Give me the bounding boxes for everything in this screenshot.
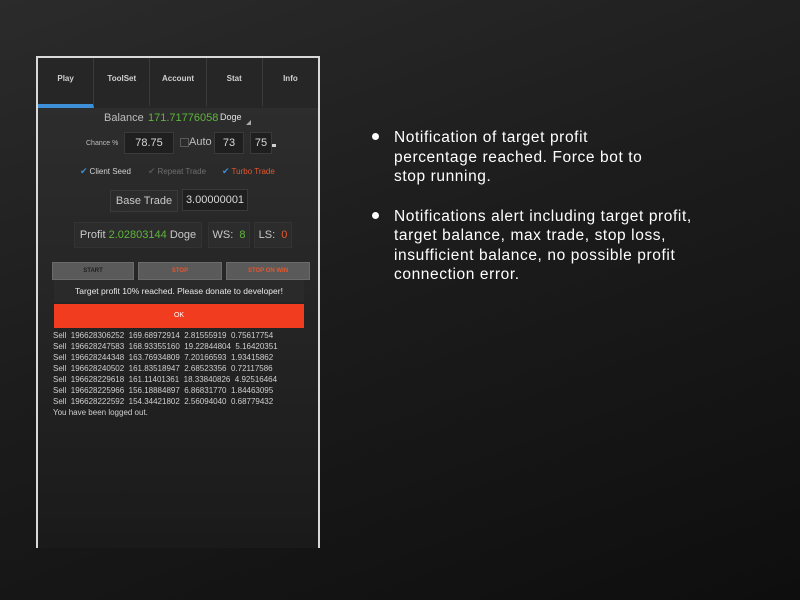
- tab-account[interactable]: Account: [150, 58, 207, 108]
- dropdown-corner-icon: [246, 120, 251, 125]
- dialog-message: Target profit 10% reached. Please donate…: [54, 280, 304, 302]
- tab-play[interactable]: Play: [38, 58, 95, 108]
- turbo-trade-label: Turbo Trade: [231, 167, 275, 176]
- trade-log: Sell 196628306252 169.68972914 2.8155591…: [53, 330, 313, 418]
- ws-value: 8: [239, 229, 246, 241]
- auto-checkbox[interactable]: [180, 138, 189, 147]
- log-line: Sell 196628244348 163.76934809 7.2016659…: [53, 353, 274, 362]
- note-text: Notification of target profit percentage…: [394, 129, 643, 185]
- balance-label: Balance: [104, 112, 144, 124]
- loss-streak: LS: 0: [254, 222, 292, 248]
- note-item: Notification of target profit percentage…: [370, 128, 780, 187]
- win-streak: WS: 8: [208, 222, 250, 248]
- auto-max-input[interactable]: 75: [250, 132, 272, 154]
- coin-select[interactable]: Doge: [220, 112, 242, 122]
- repeat-trade-label: Repeat Trade: [157, 167, 207, 176]
- base-trade-input[interactable]: 3.00000001: [182, 189, 248, 211]
- client-seed-label: Client Seed: [89, 167, 131, 176]
- app-screen: Play ToolSet Account Stat Info Balance 1…: [38, 58, 318, 548]
- log-line: Sell 196628247583 168.93355160 19.228448…: [53, 342, 278, 351]
- log-line: Sell 196628306252 169.68972914 2.8155591…: [53, 331, 274, 340]
- turbo-trade-checkbox[interactable]: ✔ Turbo Trade: [222, 164, 275, 178]
- ls-value: 0: [281, 229, 288, 241]
- bullet-icon: [372, 211, 379, 219]
- log-line: Sell 196628240502 161.83518947 2.6852335…: [53, 364, 273, 373]
- tab-info[interactable]: Info: [263, 58, 318, 108]
- balance-value: 171.71776058: [148, 112, 219, 124]
- note-text: Notifications alert including target pro…: [394, 207, 692, 284]
- base-trade-label: Base Trade: [110, 190, 178, 212]
- tab-toolset[interactable]: ToolSet: [94, 58, 151, 108]
- bullet-icon: [372, 133, 379, 140]
- profit-coin: Doge: [169, 229, 197, 241]
- profit-display: Profit 2.02803144 Doge: [74, 222, 202, 248]
- stop-button[interactable]: STOP: [138, 262, 222, 280]
- client-seed-checkbox[interactable]: ✔ Client Seed: [80, 164, 131, 178]
- tab-stat[interactable]: Stat: [207, 58, 263, 108]
- note-item: Notifications alert including target pro…: [370, 207, 780, 285]
- log-line: Sell 196628222592 154.34421802 2.5609404…: [53, 397, 274, 406]
- chance-label: Chance %: [86, 140, 119, 147]
- auto-label: Auto: [189, 136, 212, 148]
- log-line: You have been logged out.: [53, 408, 148, 417]
- check-icon: ✔: [222, 166, 230, 176]
- log-line: Sell 196628229618 161.11401361 18.338408…: [53, 375, 278, 384]
- feature-notes: Notification of target profit percentage…: [370, 128, 780, 305]
- check-icon: ✔: [148, 166, 156, 176]
- ls-label: LS:: [258, 229, 276, 241]
- profit-label: Profit: [79, 229, 106, 241]
- repeat-trade-checkbox[interactable]: ✔ Repeat Trade: [148, 164, 206, 178]
- start-button[interactable]: START: [52, 262, 134, 280]
- ok-button[interactable]: OK: [54, 304, 304, 328]
- log-line: Sell 196628225966 156.18884897 6.8683177…: [53, 386, 274, 395]
- check-icon: ✔: [80, 166, 88, 176]
- phone-frame: Play ToolSet Account Stat Info Balance 1…: [36, 56, 320, 548]
- stop-on-win-button[interactable]: STOP ON WIN: [226, 262, 310, 280]
- profit-value: 2.02803144: [108, 229, 167, 241]
- auto-min-input[interactable]: 73: [214, 132, 244, 154]
- ws-label: WS:: [212, 229, 234, 241]
- tab-bar: Play ToolSet Account Stat Info: [38, 58, 318, 108]
- chance-input[interactable]: 78.75: [124, 132, 174, 154]
